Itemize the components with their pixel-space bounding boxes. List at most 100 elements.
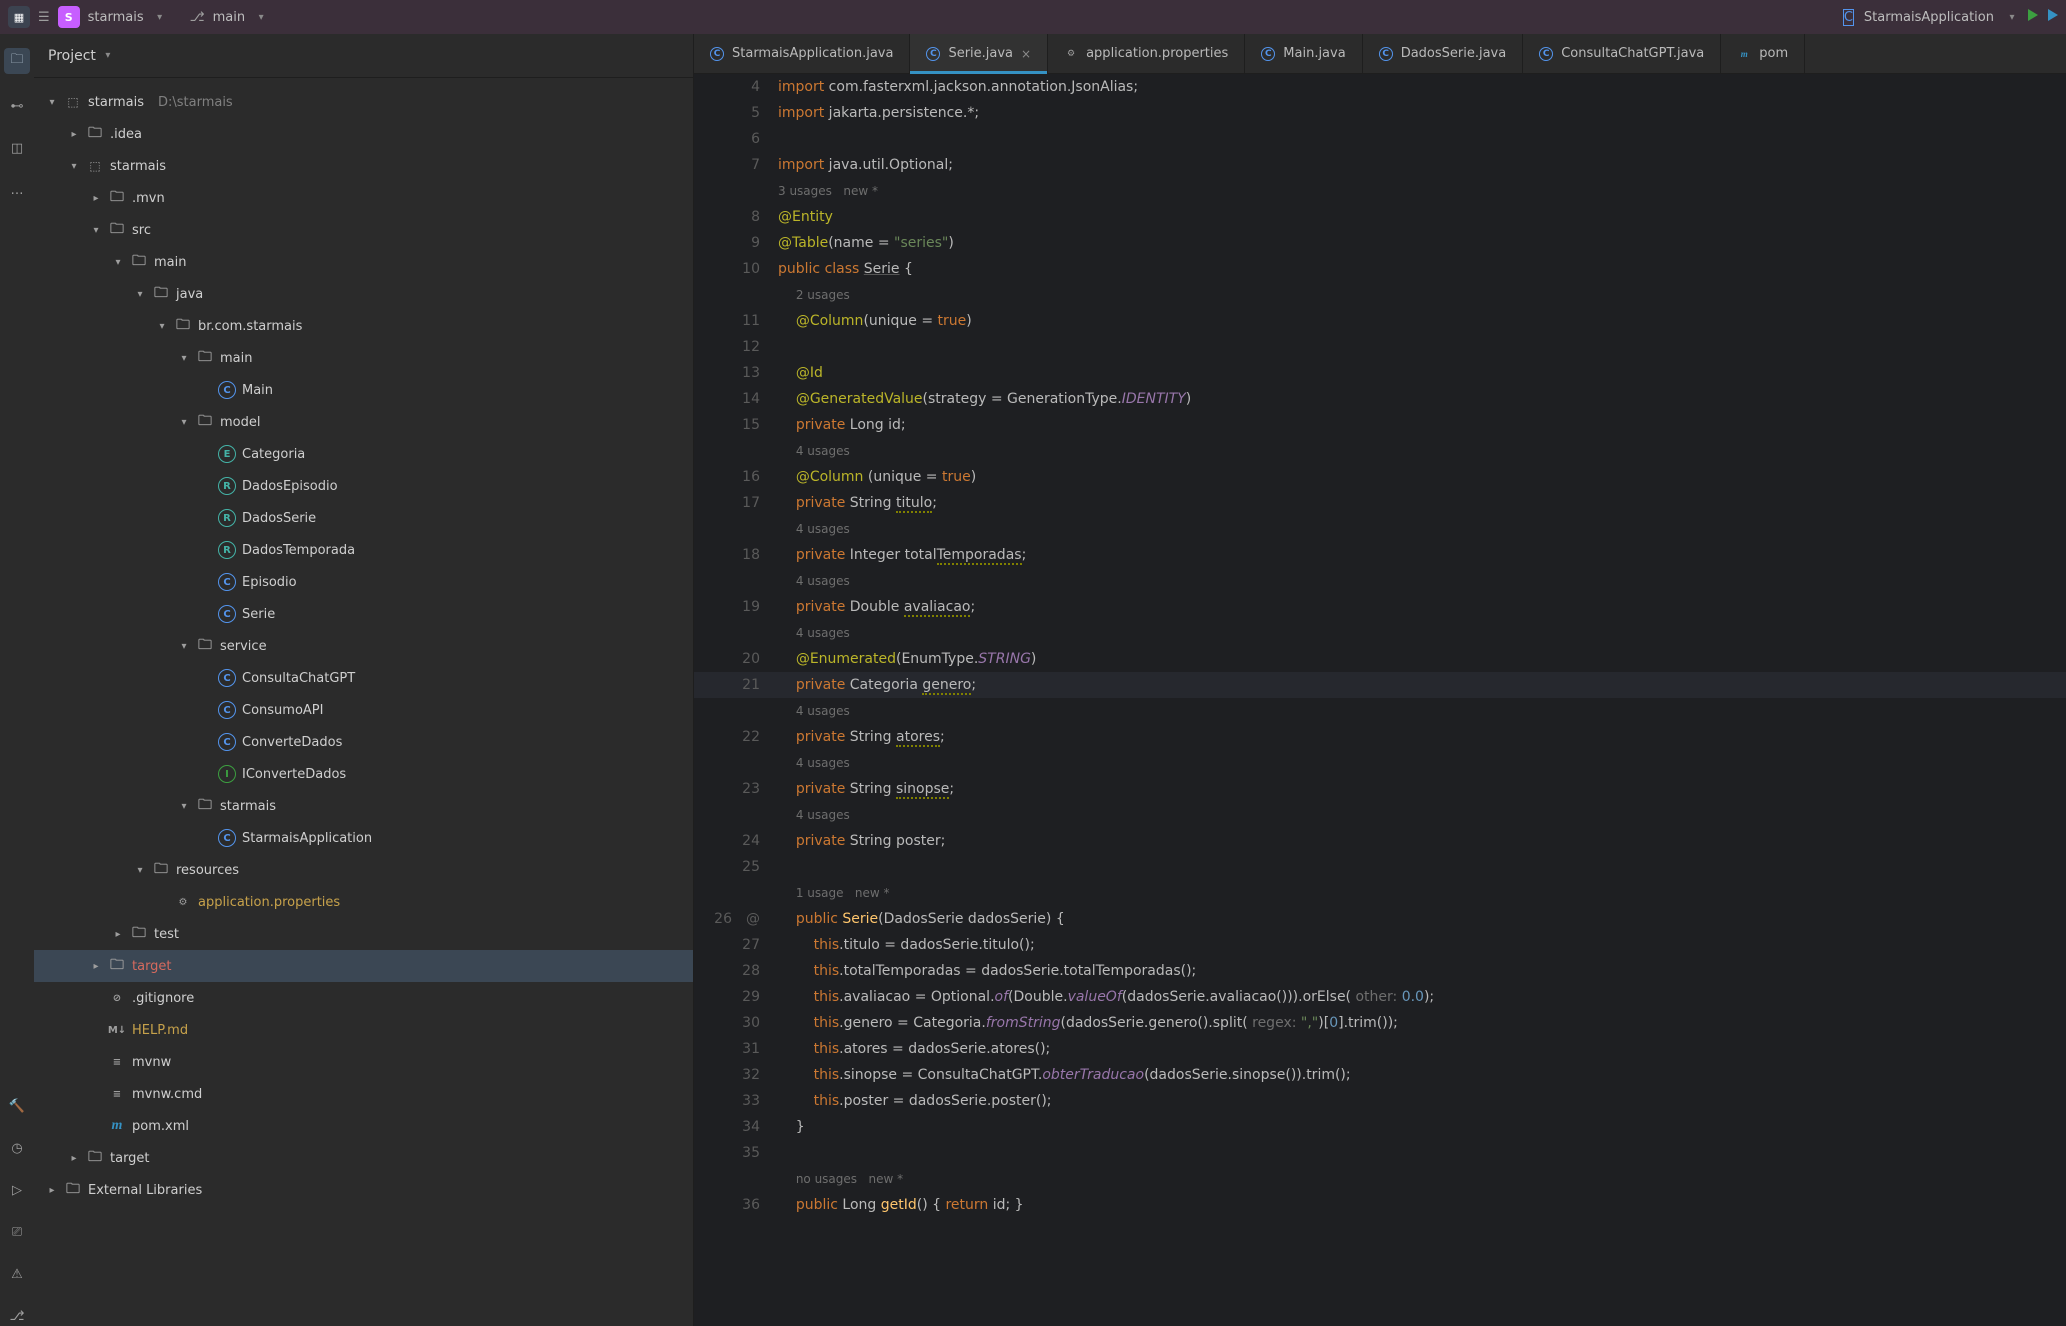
code-line[interactable]: 13 @Id xyxy=(694,360,2066,386)
code-line[interactable]: 4 usages xyxy=(694,568,2066,594)
code-line[interactable]: 4 usages xyxy=(694,438,2066,464)
tree-node[interactable]: .mvn xyxy=(34,182,693,214)
editor-tab[interactable]: CConsultaChatGPT.java xyxy=(1523,34,1721,73)
code-line[interactable]: 28 this.totalTemporadas = dadosSerie.tot… xyxy=(694,958,2066,984)
code-line[interactable]: 27 this.titulo = dadosSerie.titulo(); xyxy=(694,932,2066,958)
structure-tool-icon[interactable]: ◫ xyxy=(7,138,27,158)
services-tool-icon[interactable]: ◷ xyxy=(7,1138,27,1158)
code-line[interactable]: 20 @Enumerated(EnumType.STRING) xyxy=(694,646,2066,672)
editor-tab[interactable]: CSerie.java× xyxy=(910,34,1048,73)
code-line[interactable]: 7import java.util.Optional; xyxy=(694,152,2066,178)
project-tree[interactable]: starmaisD:\starmais.ideastarmais.mvnsrcm… xyxy=(34,78,693,1326)
project-avatar-icon[interactable]: S xyxy=(58,6,80,28)
code-line[interactable]: 35 xyxy=(694,1140,2066,1166)
code-line[interactable]: 16 @Column (unique = true) xyxy=(694,464,2066,490)
git-branch[interactable]: main xyxy=(213,10,245,25)
tree-node[interactable]: RDadosTemporada xyxy=(34,534,693,566)
tree-node[interactable]: CEpisodio xyxy=(34,566,693,598)
run-config-name[interactable]: StarmaisApplication xyxy=(1864,10,1994,25)
code-line[interactable]: 21 private Categoria genero; xyxy=(694,672,2066,698)
tree-node[interactable]: ⚙application.properties xyxy=(34,886,693,918)
tree-node[interactable]: .idea xyxy=(34,118,693,150)
run-icon[interactable] xyxy=(2048,9,2058,25)
tree-node[interactable]: target xyxy=(34,950,693,982)
problems-tool-icon[interactable]: ⚠ xyxy=(7,1264,27,1284)
editor-tab[interactable]: mpom xyxy=(1721,34,1805,73)
code-line[interactable]: no usages new * xyxy=(694,1166,2066,1192)
tree-node[interactable]: CSerie xyxy=(34,598,693,630)
tree-node[interactable]: RDadosSerie xyxy=(34,502,693,534)
tree-node[interactable]: main xyxy=(34,342,693,374)
code-line[interactable]: 4 usages xyxy=(694,516,2066,542)
branch-icon[interactable]: ⎇ xyxy=(190,10,205,25)
tree-node[interactable]: CConverteDados xyxy=(34,726,693,758)
editor-tab[interactable]: CMain.java xyxy=(1245,34,1362,73)
tree-node[interactable]: ECategoria xyxy=(34,438,693,470)
code-line[interactable]: 14 @GeneratedValue(strategy = Generation… xyxy=(694,386,2066,412)
tree-node[interactable]: starmais xyxy=(34,150,693,182)
build-tool-icon[interactable]: 🔨 xyxy=(7,1096,27,1116)
code-line[interactable]: 36 public Long getId() { return id; } xyxy=(694,1192,2066,1218)
tree-node[interactable]: ⊘.gitignore xyxy=(34,982,693,1014)
code-line[interactable]: 4 usages xyxy=(694,620,2066,646)
code-line[interactable]: 19 private Double avaliacao; xyxy=(694,594,2066,620)
code-line[interactable]: 1 usage new * xyxy=(694,880,2066,906)
code-line[interactable]: 34 } xyxy=(694,1114,2066,1140)
code-editor[interactable]: 4import com.fasterxml.jackson.annotation… xyxy=(694,74,2066,1326)
tree-node[interactable]: M↓HELP.md xyxy=(34,1014,693,1046)
tree-node[interactable]: External Libraries xyxy=(34,1174,693,1206)
code-line[interactable]: 5import jakarta.persistence.*; xyxy=(694,100,2066,126)
more-tool-icon[interactable]: … xyxy=(7,180,27,200)
tree-node[interactable]: mpom.xml xyxy=(34,1110,693,1142)
tree-node[interactable]: resources xyxy=(34,854,693,886)
code-line[interactable]: 26@ public Serie(DadosSerie dadosSerie) … xyxy=(694,906,2066,932)
code-line[interactable]: 30 this.genero = Categoria.fromString(da… xyxy=(694,1010,2066,1036)
project-panel-title[interactable]: Project xyxy=(48,48,96,64)
tree-node[interactable]: test xyxy=(34,918,693,950)
tree-node[interactable]: CConsumoAPI xyxy=(34,694,693,726)
debug-run-icon[interactable] xyxy=(2028,9,2038,25)
code-line[interactable]: 4 usages xyxy=(694,698,2066,724)
run-tool-icon[interactable]: ▷ xyxy=(7,1180,27,1200)
code-line[interactable]: 3 usages new * xyxy=(694,178,2066,204)
tree-node[interactable]: starmaisD:\starmais xyxy=(34,86,693,118)
tree-node[interactable]: IIConverteDados xyxy=(34,758,693,790)
code-line[interactable]: 9@Table(name = "series") xyxy=(694,230,2066,256)
code-line[interactable]: 24 private String poster; xyxy=(694,828,2066,854)
code-line[interactable]: 25 xyxy=(694,854,2066,880)
code-line[interactable]: 8@Entity xyxy=(694,204,2066,230)
close-icon[interactable]: × xyxy=(1021,47,1031,61)
code-line[interactable]: 4 usages xyxy=(694,750,2066,776)
tree-node[interactable]: RDadosEpisodio xyxy=(34,470,693,502)
code-line[interactable]: 4import com.fasterxml.jackson.annotation… xyxy=(694,74,2066,100)
code-line[interactable]: 10public class Serie { xyxy=(694,256,2066,282)
code-line[interactable]: 32 this.sinopse = ConsultaChatGPT.obterT… xyxy=(694,1062,2066,1088)
code-line[interactable]: 29 this.avaliacao = Optional.of(Double.v… xyxy=(694,984,2066,1010)
tree-node[interactable]: src xyxy=(34,214,693,246)
editor-tab[interactable]: ⚙application.properties xyxy=(1048,34,1245,73)
project-name[interactable]: starmais xyxy=(88,10,144,25)
tree-node[interactable]: br.com.starmais xyxy=(34,310,693,342)
code-line[interactable]: 4 usages xyxy=(694,802,2066,828)
tree-node[interactable]: target xyxy=(34,1142,693,1174)
code-line[interactable]: 15 private Long id; xyxy=(694,412,2066,438)
tree-node[interactable]: service xyxy=(34,630,693,662)
code-line[interactable]: 12 xyxy=(694,334,2066,360)
code-line[interactable]: 6 xyxy=(694,126,2066,152)
tree-node[interactable]: CMain xyxy=(34,374,693,406)
main-menu-icon[interactable]: ☰ xyxy=(38,10,50,25)
code-line[interactable]: 33 this.poster = dadosSerie.poster(); xyxy=(694,1088,2066,1114)
code-line[interactable]: 17 private String titulo; xyxy=(694,490,2066,516)
tree-node[interactable]: CConsultaChatGPT xyxy=(34,662,693,694)
tree-node[interactable]: model xyxy=(34,406,693,438)
editor-tab[interactable]: CDadosSerie.java xyxy=(1363,34,1524,73)
tree-node[interactable]: java xyxy=(34,278,693,310)
code-line[interactable]: 18 private Integer totalTemporadas; xyxy=(694,542,2066,568)
tree-node[interactable]: CStarmaisApplication xyxy=(34,822,693,854)
code-line[interactable]: 23 private String sinopse; xyxy=(694,776,2066,802)
terminal-tool-icon[interactable]: ⎚ xyxy=(7,1222,27,1242)
tree-node[interactable]: ≡mvnw.cmd xyxy=(34,1078,693,1110)
tree-node[interactable]: ≡mvnw xyxy=(34,1046,693,1078)
tree-node[interactable]: starmais xyxy=(34,790,693,822)
commit-tool-icon[interactable]: ⊷ xyxy=(7,96,27,116)
